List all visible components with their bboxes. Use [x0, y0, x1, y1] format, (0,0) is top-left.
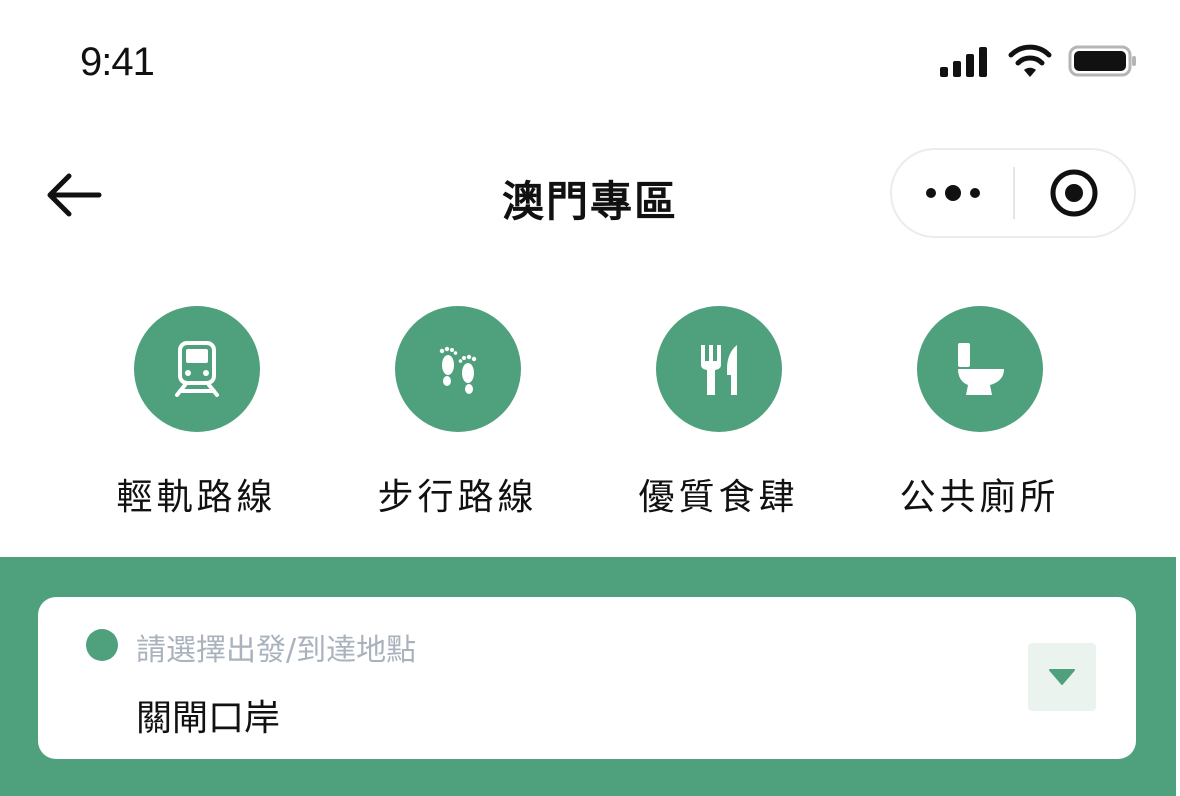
feature-circle: [133, 306, 260, 432]
more-button[interactable]: [892, 150, 1013, 236]
location-picker[interactable]: 請選擇出發/到達地點 關閘口岸: [38, 597, 1136, 759]
fork-knife-icon: [700, 345, 737, 395]
footprints-icon: [439, 346, 476, 394]
status-bar: 9:41: [0, 0, 1180, 120]
feature-light-rail[interactable]: 輕軌路線: [66, 306, 327, 520]
nav-bar: 澳門專區: [0, 130, 1180, 260]
dropdown-triangle-icon: [1049, 669, 1075, 685]
toilet-icon: [957, 343, 1004, 395]
location-value: 關閘口岸: [136, 698, 281, 739]
feature-restaurants[interactable]: 優質食肆: [588, 306, 849, 520]
mini-program-capsule: [890, 148, 1136, 238]
status-time: 9:41: [80, 40, 155, 84]
feature-label: 輕軌路線: [116, 477, 277, 518]
signal-icon: [940, 47, 987, 77]
location-hint: 請選擇出發/到達地點: [136, 633, 417, 668]
feature-public-toilets[interactable]: 公共廁所: [849, 306, 1110, 520]
location-section: 請選擇出發/到達地點 關閘口岸: [0, 557, 1176, 796]
status-icons: [940, 44, 1138, 78]
dropdown-button[interactable]: [1028, 643, 1096, 711]
wifi-icon: [1008, 44, 1052, 77]
feature-grid: 輕軌路線 步行路線 優質食肆 公共廁所: [66, 306, 1110, 520]
close-button[interactable]: [1015, 150, 1134, 236]
battery-icon: [1068, 45, 1136, 77]
light-rail-icon: [174, 341, 219, 397]
feature-label: 公共廁所: [899, 477, 1060, 518]
feature-circle: [655, 306, 782, 432]
feature-circle: [394, 306, 521, 432]
feature-label: 優質食肆: [638, 477, 799, 518]
feature-label: 步行路線: [377, 477, 538, 518]
target-close-icon: [1050, 169, 1098, 217]
location-dot: [86, 629, 118, 661]
feature-walking-route[interactable]: 步行路線: [327, 306, 588, 520]
more-dots-icon: [925, 185, 980, 201]
page: 9:41 澳門專區 輕軌路線 步行路線 優質食肆 公共廁所 請選擇出發/到達地點…: [0, 0, 1180, 796]
feature-circle: [916, 306, 1043, 432]
